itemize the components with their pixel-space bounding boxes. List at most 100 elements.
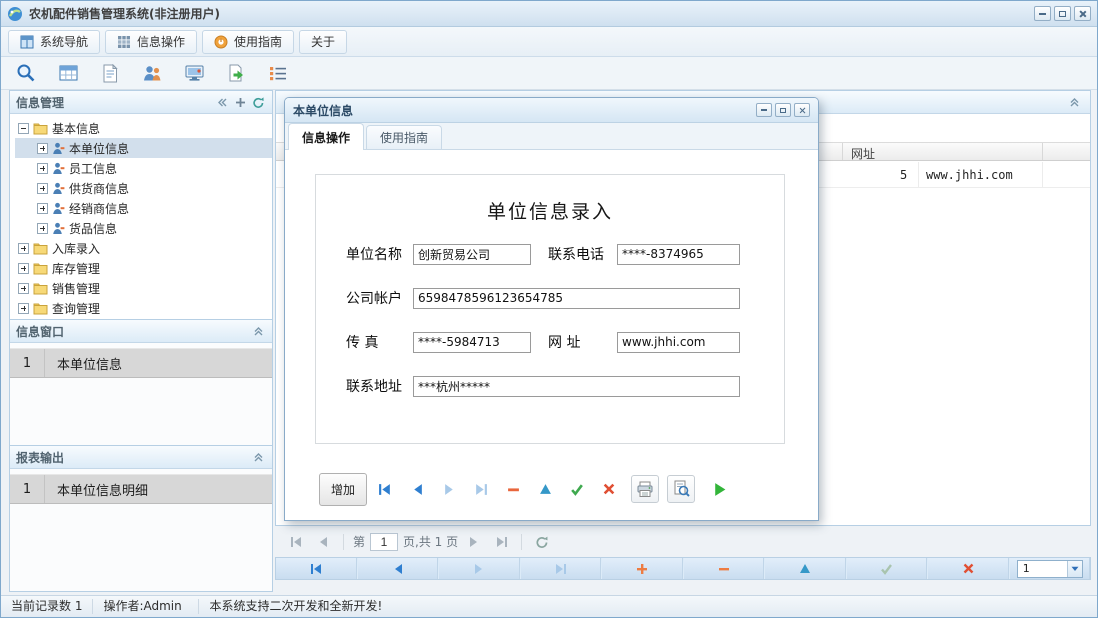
tree-item-label: 经销商信息 [69,200,129,217]
next-page-button[interactable] [463,532,485,552]
last-page-button[interactable] [490,532,512,552]
collapse-node-icon[interactable] [18,123,29,134]
form-row: 公司帐户 [346,287,740,309]
last-record-button[interactable] [467,475,495,503]
users-button[interactable] [139,60,165,86]
page-number-input[interactable] [370,533,398,551]
table-button[interactable] [55,60,81,86]
list-button[interactable] [265,60,291,86]
tree-item-supplier-info[interactable]: 供货商信息 [15,178,272,198]
tree-item-goods-info[interactable]: 货品信息 [15,218,272,238]
selector-value: 1 [1018,562,1067,575]
dialog-tab-user-guide[interactable]: 使用指南 [366,125,442,149]
navigation-tree: 基本信息 本单位信息 员工信息 供货商信息 [10,114,272,319]
restore-button[interactable] [1054,6,1071,21]
first-page-button[interactable] [285,532,307,552]
confirm-record-button[interactable] [847,558,929,579]
list-item[interactable]: 1 本单位信息 [10,348,272,378]
monitor-button[interactable] [181,60,207,86]
dropdown-button[interactable] [1067,561,1082,577]
expand-node-icon[interactable] [37,183,48,194]
edit-record-button[interactable] [765,558,847,579]
first-record-button[interactable] [276,558,358,579]
check-icon [880,563,893,575]
account-input[interactable] [413,288,740,309]
search-button[interactable] [13,60,39,86]
close-icon [799,107,806,114]
confirm-record-button[interactable] [563,475,591,503]
tree-item-company-info[interactable]: 本单位信息 [15,138,272,158]
add-panel-button[interactable] [233,95,248,110]
tab-system-navigation[interactable]: 系统导航 [8,30,100,54]
dialog-titlebar[interactable]: 本单位信息 [285,98,818,123]
collapse-panel-button[interactable] [251,324,266,339]
tab-info-operations[interactable]: 信息操作 [105,30,197,54]
delete-record-button[interactable] [499,475,527,503]
cancel-record-button[interactable] [595,475,623,503]
tree-item-basic-info[interactable]: 基本信息 [15,118,272,138]
refresh-button[interactable] [531,532,553,552]
record-count-selector[interactable]: 1 [1017,560,1083,578]
collapse-left-button[interactable] [215,95,230,110]
column-divider [1042,143,1043,160]
expand-node-icon[interactable] [37,143,48,154]
phone-input[interactable] [617,244,740,265]
next-record-button[interactable] [435,475,463,503]
dialog-maximize-button[interactable] [775,103,791,117]
column-header-web[interactable]: 网址 [851,145,875,162]
tree-item-query-mgmt[interactable]: 查询管理 [15,298,272,318]
expand-node-icon[interactable] [37,163,48,174]
collapse-panel-button[interactable] [1067,95,1082,110]
cross-icon [963,563,974,574]
expand-node-icon[interactable] [18,263,29,274]
address-input[interactable] [413,376,740,397]
list-item[interactable]: 1 本单位信息明细 [10,474,272,504]
prev-record-button[interactable] [358,558,440,579]
tab-user-guide[interactable]: 使用指南 [202,30,294,54]
dialog-minimize-button[interactable] [756,103,772,117]
expand-node-icon[interactable] [18,283,29,294]
cancel-record-button[interactable] [928,558,1010,579]
refresh-tree-button[interactable] [251,95,266,110]
expand-node-icon[interactable] [37,203,48,214]
next-record-button[interactable] [439,558,521,579]
add-record-button[interactable] [602,558,684,579]
last-record-button[interactable] [521,558,603,579]
info-management-header: 信息管理 [10,91,272,114]
run-button[interactable] [705,475,733,503]
expand-node-icon[interactable] [18,303,29,314]
fax-input[interactable] [413,332,531,353]
tree-item-inventory-mgmt[interactable]: 库存管理 [15,258,272,278]
tree-item-inbound-entry[interactable]: 入库录入 [15,238,272,258]
prev-record-button[interactable] [403,475,431,503]
collapse-panel-button[interactable] [251,450,266,465]
record-selector-cell: 1 [1010,558,1091,579]
account-label: 公司帐户 [346,288,413,308]
next-record-icon [443,483,456,496]
tree-item-employee-info[interactable]: 员工信息 [15,158,272,178]
close-button[interactable] [1074,6,1091,21]
delete-record-button[interactable] [684,558,766,579]
person-icon [52,162,65,175]
expand-node-icon[interactable] [37,223,48,234]
dialog-close-button[interactable] [794,103,810,117]
form-row: 联系地址 [346,375,740,397]
edit-record-button[interactable] [531,475,559,503]
tree-item-sales-mgmt[interactable]: 销售管理 [15,278,272,298]
print-button[interactable] [631,475,659,503]
tree-item-dealer-info[interactable]: 经销商信息 [15,198,272,218]
expand-node-icon[interactable] [18,243,29,254]
document-button[interactable] [97,60,123,86]
prev-page-button[interactable] [312,532,334,552]
plus-icon [636,563,648,575]
company-name-input[interactable] [413,244,531,265]
tab-about[interactable]: 关于 [299,30,347,54]
preview-button[interactable] [667,475,695,503]
add-button[interactable]: 增加 [319,473,367,506]
minimize-button[interactable] [1034,6,1051,21]
person-icon [52,202,65,215]
export-button[interactable] [223,60,249,86]
dialog-tab-info-operations[interactable]: 信息操作 [288,123,364,150]
web-input[interactable] [617,332,740,353]
first-record-button[interactable] [371,475,399,503]
